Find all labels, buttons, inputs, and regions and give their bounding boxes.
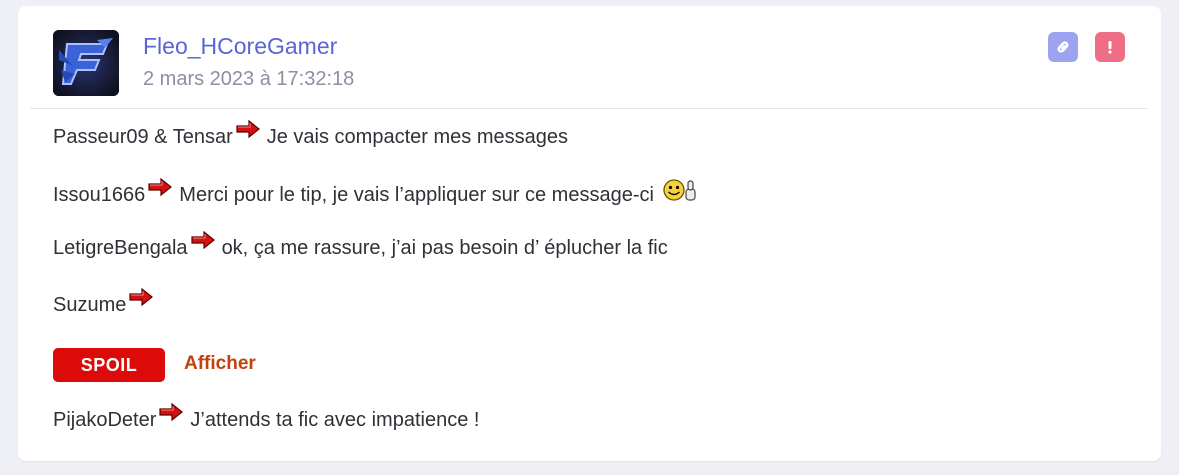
red-arrow-icon — [235, 119, 261, 145]
spoil-badge[interactable]: SPOIL — [53, 348, 165, 382]
recipient-name: Passeur09 & Tensar — [53, 125, 233, 148]
recipient-name: LetigreBengala — [53, 236, 188, 259]
spoil-show-link[interactable]: Afficher — [184, 353, 256, 375]
red-arrow-icon — [128, 287, 154, 313]
post-date: 2 mars 2023 à 17:32:18 — [143, 68, 355, 90]
message-line: Issou1666 Merci pour le tip, je vais l’a… — [53, 177, 698, 211]
message-line: Passeur09 & Tensar Je vais compacter mes… — [53, 119, 568, 150]
link-icon — [1057, 41, 1069, 53]
avatar-logo-icon — [53, 30, 119, 96]
post-header: Fleo_HCoreGamer 2 mars 2023 à 17:32:18 — [18, 6, 1161, 108]
username-link[interactable]: Fleo_HCoreGamer — [143, 33, 337, 60]
message-text: ok, ça me rassure, j’ai pas besoin d’ ép… — [221, 236, 668, 259]
report-button[interactable] — [1095, 32, 1125, 62]
recipient-name: Suzume — [53, 293, 127, 316]
smiley-thumbs-up-icon — [662, 177, 698, 209]
message-line: Suzume — [53, 287, 160, 318]
recipient-name: PijakoDeter — [53, 408, 157, 431]
header-divider — [30, 108, 1148, 109]
exclamation-icon — [1108, 41, 1112, 54]
message-text: Je vais compacter mes messages — [266, 125, 568, 148]
red-arrow-icon — [147, 177, 173, 203]
message-line: PijakoDeter J’attends ta fic avec impati… — [53, 402, 480, 433]
message-text: Merci pour le tip, je vais l’appliquer s… — [179, 183, 654, 206]
permalink-button[interactable] — [1048, 32, 1078, 62]
message-line: LetigreBengala ok, ça me rassure, j’ai p… — [53, 230, 668, 261]
message-text: J’attends ta fic avec impatience ! — [190, 408, 480, 431]
avatar[interactable] — [53, 30, 119, 96]
recipient-name: Issou1666 — [53, 183, 146, 206]
red-arrow-icon — [190, 230, 216, 256]
post-card: Fleo_HCoreGamer 2 mars 2023 à 17:32:18 P… — [18, 6, 1161, 461]
red-arrow-icon — [158, 402, 184, 428]
